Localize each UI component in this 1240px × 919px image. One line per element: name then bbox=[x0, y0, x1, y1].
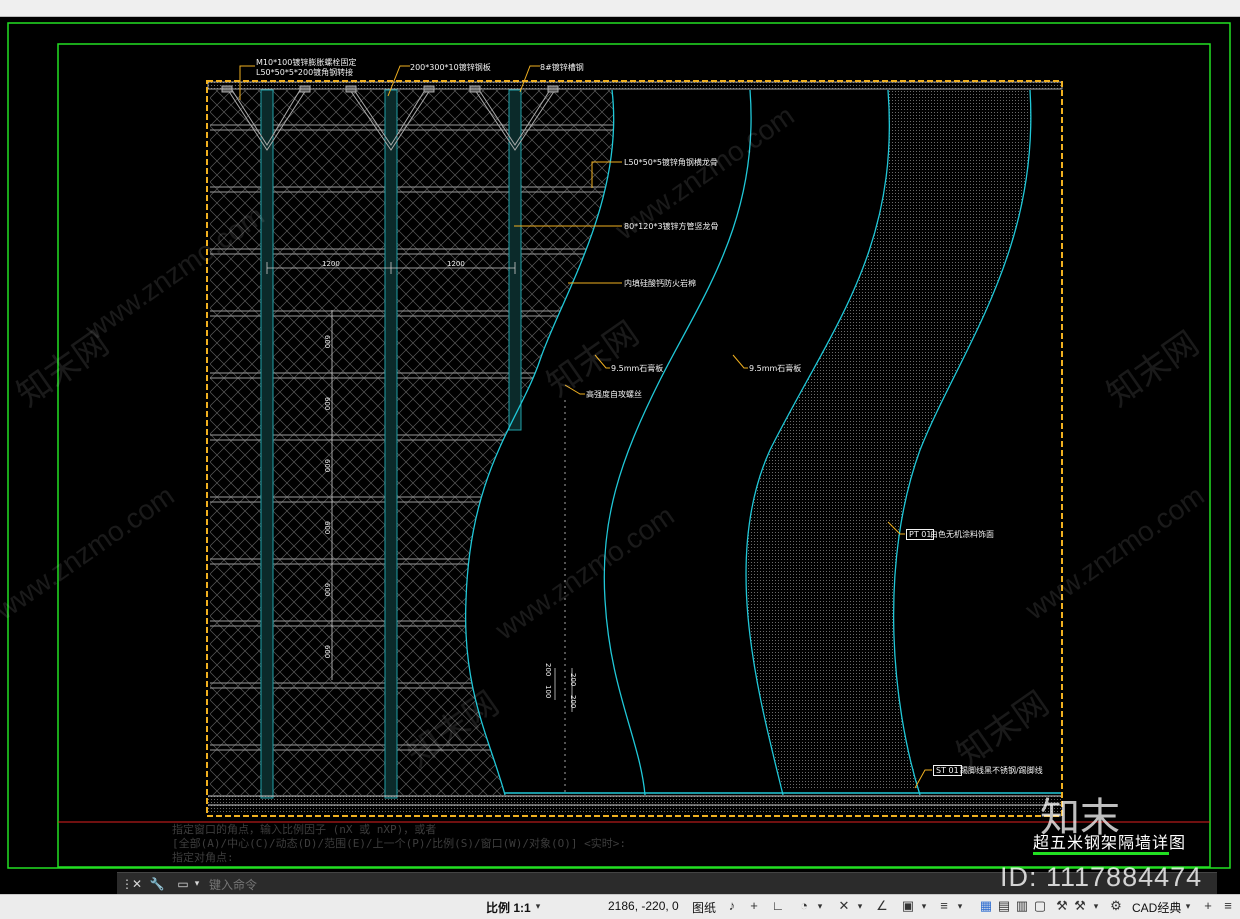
annotation-base-tag: ST 01 bbox=[933, 765, 962, 776]
customize-wrench-icon[interactable]: 🔧 bbox=[149, 876, 165, 892]
annotation-scale[interactable]: 比例 1:1 bbox=[486, 899, 531, 916]
selection-dropdown-icon[interactable]: ▾ bbox=[916, 898, 932, 914]
dim-v1: 600 bbox=[323, 335, 331, 349]
annotation-layer: M10*100镀锌膨胀螺栓固定 L50*50*5*200镀角钢转接 200*30… bbox=[0, 17, 1240, 879]
dim-v4: 600 bbox=[323, 521, 331, 535]
annotation-keel-2: 80*120*3镀锌方管竖龙骨 bbox=[624, 222, 719, 231]
command-history-line: 指定窗口的角点，输入比例因子 (nX 或 nXP)，或者 bbox=[172, 823, 437, 836]
dim-small-3: 200 bbox=[569, 673, 577, 687]
drawing-title-underline bbox=[1033, 852, 1169, 855]
workspace-dropdown-icon[interactable]: ▾ bbox=[1180, 898, 1196, 914]
snap-icon[interactable]: ♪ bbox=[724, 898, 740, 914]
annotation-keel-1: L50*50*5镀锌角钢横龙骨 bbox=[624, 158, 718, 167]
annotation-gypsum-2: 9.5mm石膏板 bbox=[749, 364, 802, 373]
scale-dropdown-icon[interactable]: ▾ bbox=[530, 898, 546, 914]
dim-small-1: 200 bbox=[544, 663, 552, 677]
annotation-top-mid: 200*300*10镀锌钢板 bbox=[410, 63, 491, 72]
annotation-gypsum-1: 9.5mm石膏板 bbox=[611, 364, 664, 373]
annotation-fire-board: 内填硅酸钙防火岩棉 bbox=[624, 279, 696, 288]
drawing-canvas[interactable]: M10*100镀锌膨胀螺栓固定 L50*50*5*200镀角钢转接 200*30… bbox=[0, 17, 1240, 879]
workspace-switch[interactable]: CAD经典 bbox=[1132, 899, 1181, 916]
brand-id: ID: 1117884474 bbox=[1000, 862, 1203, 892]
osnap-dropdown-icon[interactable]: ▾ bbox=[852, 898, 868, 914]
angle-icon[interactable]: ∠ bbox=[874, 898, 890, 914]
annotation-scale-icon[interactable]: ⚒ bbox=[1054, 898, 1070, 914]
selection-cycling-icon[interactable]: ▣ bbox=[900, 898, 916, 914]
polar-tracking-icon[interactable]: ◔ bbox=[796, 898, 812, 914]
sheet-layout-icon[interactable]: ▥ bbox=[1014, 898, 1030, 914]
brand-logo: 知末 bbox=[1040, 795, 1120, 841]
application-top-strip bbox=[0, 0, 1240, 17]
paper-model-toggle[interactable]: 图纸 bbox=[692, 899, 716, 916]
recent-commands-chevron-icon[interactable]: ▾ bbox=[189, 876, 205, 892]
annotation-bolt: 高强度自攻螺丝 bbox=[586, 390, 642, 399]
quick-properties-icon[interactable]: ▤ bbox=[996, 898, 1012, 914]
dim-v5: 600 bbox=[323, 583, 331, 597]
grid-snap-icon[interactable]: + bbox=[746, 898, 762, 914]
command-history: 指定窗口的角点，输入比例因子 (nX 或 nXP)，或者 [全部(A)/中心(C… bbox=[172, 823, 692, 865]
dim-small-2: 100 bbox=[544, 685, 552, 699]
status-bar: 比例 1:1 ▾ 2186, -220, 0 图纸 ♪ + ∟ ◔ ▾ ✕ ▾ … bbox=[0, 894, 1240, 919]
settings-gear-icon[interactable]: ⚙ bbox=[1108, 898, 1124, 914]
command-history-line: 指定对角点: bbox=[172, 851, 234, 864]
polar-dropdown-icon[interactable]: ▾ bbox=[812, 898, 828, 914]
annotation-base: 踢脚线黑不锈钢/踢脚线 bbox=[960, 766, 1043, 775]
coordinate-readout: 2186, -220, 0 bbox=[608, 899, 679, 913]
annotation-visibility-icon[interactable]: ≡ bbox=[936, 898, 952, 914]
add-icon[interactable]: + bbox=[1200, 898, 1216, 914]
ortho-icon[interactable]: ∟ bbox=[770, 898, 786, 914]
annotation-visibility-dropdown-icon[interactable]: ▾ bbox=[952, 898, 968, 914]
command-history-line: [全部(A)/中心(C)/动态(D)/范围(E)/上一个(P)/比例(S)/窗口… bbox=[172, 837, 627, 850]
dim-v2: 600 bbox=[323, 397, 331, 411]
transparency-icon[interactable]: ▦ bbox=[978, 898, 994, 914]
annotation-finish: 白色无机涂料饰面 bbox=[930, 530, 994, 539]
dim-h2: 1200 bbox=[447, 260, 465, 268]
dim-v3: 600 bbox=[323, 459, 331, 473]
dim-h1: 1200 bbox=[322, 260, 340, 268]
annotation-scale-dropdown-icon[interactable]: ▾ bbox=[1088, 898, 1104, 914]
annotation-top-left-2: L50*50*5*200镀角钢转接 bbox=[256, 68, 354, 77]
layout-icon[interactable]: ▢ bbox=[1032, 898, 1048, 914]
dim-v6: 600 bbox=[323, 645, 331, 659]
auto-scale-icon[interactable]: ⚒ bbox=[1072, 898, 1088, 914]
object-snap-icon[interactable]: ✕ bbox=[836, 898, 852, 914]
dim-small-4: 200 bbox=[569, 695, 577, 709]
close-icon[interactable]: ✕ bbox=[129, 876, 145, 892]
command-input[interactable] bbox=[207, 875, 911, 894]
customization-menu-icon[interactable]: ≡ bbox=[1220, 898, 1236, 914]
annotation-top-right: 8#镀锌槽钢 bbox=[540, 63, 584, 72]
